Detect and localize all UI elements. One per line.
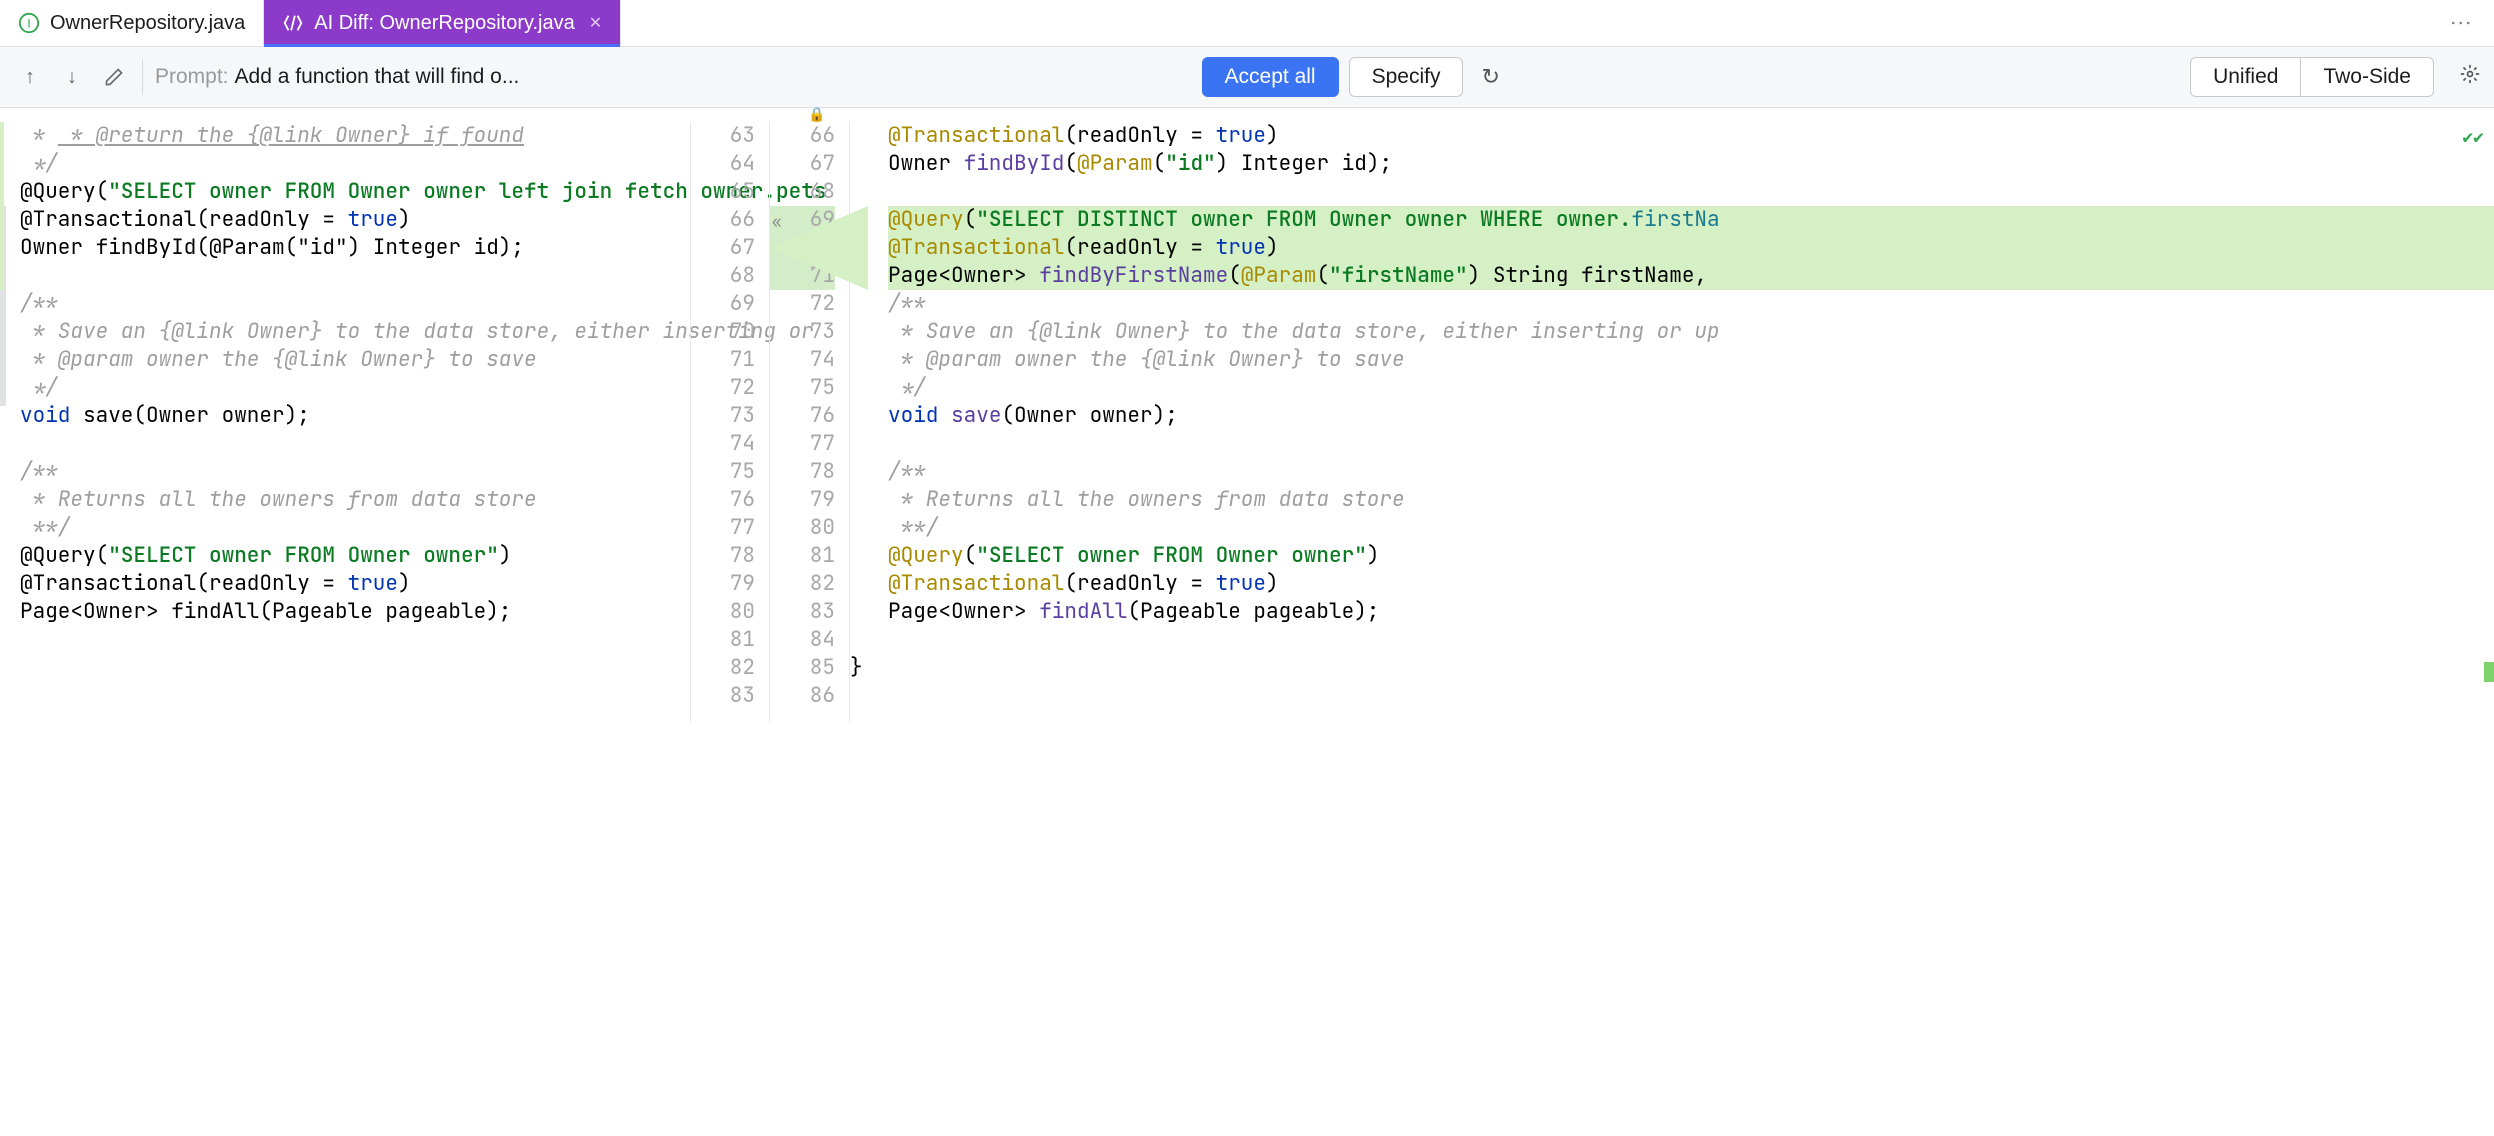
- accept-all-button[interactable]: Accept all: [1202, 57, 1339, 97]
- lock-icon: 🔒: [808, 106, 825, 123]
- gear-icon[interactable]: [2444, 64, 2480, 90]
- tab-bar: I OwnerRepository.java AI Diff: OwnerRep…: [0, 0, 2494, 47]
- tab-ai-diff[interactable]: AI Diff: OwnerRepository.java ✕: [264, 0, 621, 46]
- next-change-icon[interactable]: ↓: [56, 61, 88, 93]
- check-icon[interactable]: ✔✔: [2462, 124, 2484, 152]
- close-icon[interactable]: ✕: [589, 13, 602, 33]
- edit-icon[interactable]: [98, 61, 130, 93]
- scroll-marker[interactable]: [2484, 662, 2494, 682]
- tab-label: OwnerRepository.java: [50, 12, 245, 35]
- tab-owner-repository[interactable]: I OwnerRepository.java: [0, 0, 264, 46]
- diff-toolbar: ↑ ↓ Prompt: Add a function that will fin…: [0, 47, 2494, 108]
- java-interface-icon: I: [18, 12, 40, 34]
- ai-diff-icon: [282, 12, 304, 34]
- prompt-display: Prompt: Add a function that will find o.…: [155, 65, 519, 89]
- more-menu-icon[interactable]: ⋮: [2448, 12, 2474, 36]
- unified-view-button[interactable]: Unified: [2190, 57, 2301, 97]
- view-mode-toggle: Unified Two-Side: [2190, 57, 2434, 97]
- refresh-icon[interactable]: ↻: [1473, 64, 1507, 90]
- diff-viewer: * * @return the {@link Owner} if found *…: [0, 122, 2494, 722]
- specify-button[interactable]: Specify: [1349, 57, 1464, 97]
- tab-label: AI Diff: OwnerRepository.java: [314, 12, 574, 35]
- svg-text:I: I: [27, 17, 30, 31]
- prev-change-icon[interactable]: ↑: [14, 61, 46, 93]
- left-pane[interactable]: * * @return the {@link Owner} if found *…: [0, 122, 690, 722]
- left-gutter: 6364656667686970717273747576777879808182…: [690, 122, 770, 722]
- right-pane[interactable]: ✔✔ @Transactional(readOnly = true) Owner…: [850, 122, 2494, 722]
- two-side-view-button[interactable]: Two-Side: [2301, 57, 2434, 97]
